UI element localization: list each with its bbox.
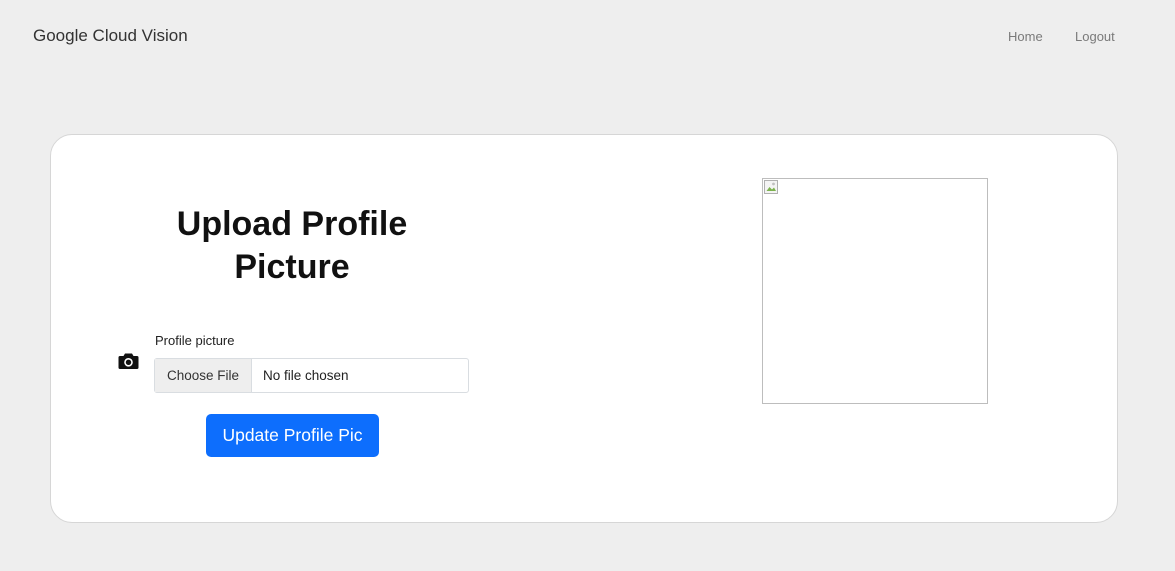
upload-card: Upload Profile Picture Profile picture C…	[50, 134, 1118, 523]
file-status-text: No file chosen	[263, 368, 349, 383]
navbar: Google Cloud Vision Home Logout	[0, 0, 1175, 72]
page-title: Upload Profile Picture	[176, 205, 408, 286]
broken-image-icon	[764, 180, 780, 196]
nav-link-logout[interactable]: Logout	[1075, 29, 1115, 44]
choose-file-button[interactable]: Choose File	[155, 359, 252, 392]
brand-title[interactable]: Google Cloud Vision	[33, 26, 188, 46]
profile-picture-file-input[interactable]: Choose File No file chosen	[154, 358, 469, 393]
camera-icon	[118, 352, 139, 370]
profile-image-preview	[762, 178, 988, 404]
update-profile-pic-button[interactable]: Update Profile Pic	[206, 414, 379, 457]
profile-picture-label: Profile picture	[155, 333, 235, 348]
nav-link-home[interactable]: Home	[1008, 29, 1043, 44]
